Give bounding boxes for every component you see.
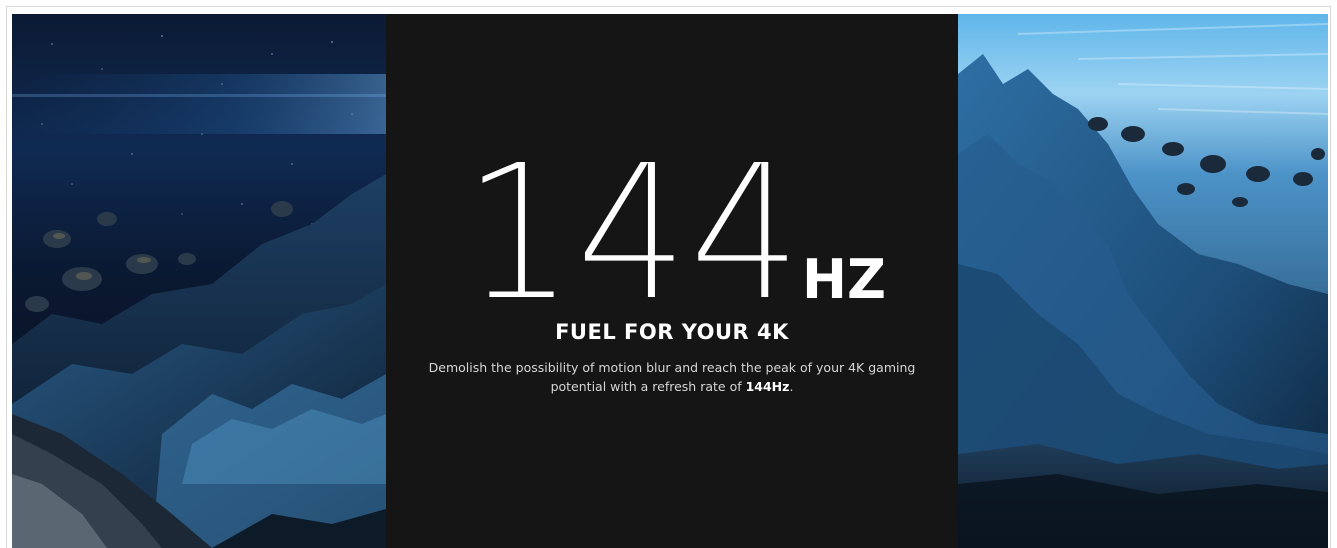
feature-headline: FUEL FOR YOUR 4K <box>555 320 789 344</box>
feature-text-panel: 144 HZ FUEL FOR YOUR 4K Demolish the pos… <box>386 14 958 548</box>
description-line-2: potential with a refresh rate of <box>550 379 746 394</box>
refresh-rate-unit: HZ <box>802 248 886 306</box>
description-line-1: Demolish the possibility of motion blur … <box>428 360 916 375</box>
right-scene-image <box>958 14 1328 548</box>
hero-banner: 144 HZ FUEL FOR YOUR 4K Demolish the pos… <box>12 14 1328 548</box>
description-suffix: . <box>789 379 794 394</box>
left-scene-image <box>12 14 386 548</box>
refresh-rate-number: 144 <box>462 156 802 306</box>
feature-description: Demolish the possibility of motion blur … <box>410 358 934 396</box>
description-highlight: 144Hz <box>745 379 790 394</box>
refresh-rate-display: 144 HZ <box>386 156 958 306</box>
